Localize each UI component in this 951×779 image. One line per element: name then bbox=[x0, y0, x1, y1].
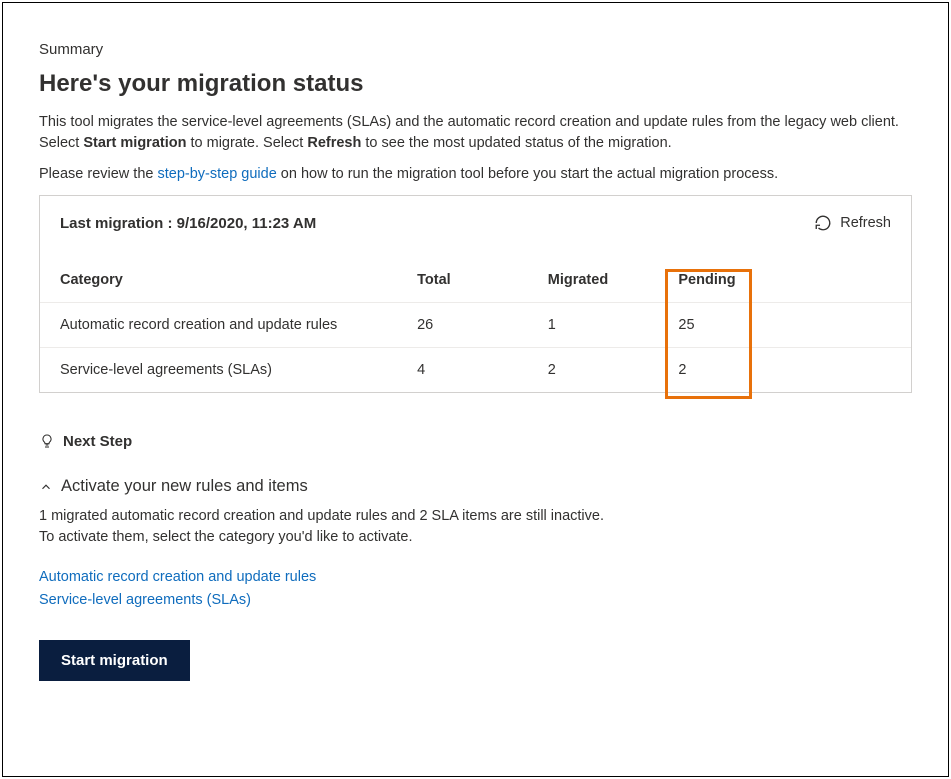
page-container: Summary Here's your migration status Thi… bbox=[2, 2, 949, 777]
activate-desc-line: To activate them, select the category yo… bbox=[39, 527, 912, 548]
cell-pending: 2 bbox=[658, 348, 789, 393]
description-paragraph-2: Please review the step-by-step guide on … bbox=[39, 164, 912, 185]
refresh-icon bbox=[814, 214, 832, 232]
desc-bold-start-migration: Start migration bbox=[83, 135, 186, 151]
cell-migrated: 1 bbox=[528, 303, 659, 348]
col-header-pending: Pending bbox=[658, 258, 789, 303]
activate-link-arc[interactable]: Automatic record creation and update rul… bbox=[39, 566, 912, 589]
col-header-migrated: Migrated bbox=[528, 258, 659, 303]
col-header-total: Total bbox=[397, 258, 528, 303]
next-step-heading: Next Step bbox=[39, 431, 912, 451]
desc-text: on how to run the migration tool before … bbox=[277, 166, 778, 182]
lightbulb-icon bbox=[39, 431, 55, 451]
cell-category: Service-level agreements (SLAs) bbox=[40, 348, 397, 393]
cell-category: Automatic record creation and update rul… bbox=[40, 303, 397, 348]
migration-status-card: Last migration : 9/16/2020, 11:23 AM Ref… bbox=[39, 195, 912, 393]
cell-pending: 25 bbox=[658, 303, 789, 348]
activate-description: 1 migrated automatic record creation and… bbox=[39, 506, 912, 548]
activate-desc-line: 1 migrated automatic record creation and… bbox=[39, 506, 912, 527]
refresh-label: Refresh bbox=[840, 215, 891, 231]
table-row: Automatic record creation and update rul… bbox=[40, 303, 911, 348]
step-by-step-guide-link[interactable]: step-by-step guide bbox=[157, 166, 276, 182]
summary-label: Summary bbox=[39, 41, 912, 58]
status-card-header: Last migration : 9/16/2020, 11:23 AM Ref… bbox=[40, 196, 911, 240]
cell-total: 4 bbox=[397, 348, 528, 393]
col-header-category: Category bbox=[40, 258, 397, 303]
desc-text: to see the most updated status of the mi… bbox=[361, 135, 671, 151]
cell-migrated: 2 bbox=[528, 348, 659, 393]
activate-links: Automatic record creation and update rul… bbox=[39, 566, 912, 612]
next-step-label: Next Step bbox=[63, 433, 132, 450]
activate-section-toggle[interactable]: Activate your new rules and items bbox=[39, 477, 912, 496]
desc-text: to migrate. Select bbox=[186, 135, 307, 151]
table-header-row: Category Total Migrated Pending bbox=[40, 258, 911, 303]
table-row: Service-level agreements (SLAs) 4 2 2 bbox=[40, 348, 911, 393]
desc-bold-refresh: Refresh bbox=[307, 135, 361, 151]
chevron-up-icon bbox=[39, 480, 53, 494]
last-migration-label: Last migration : 9/16/2020, 11:23 AM bbox=[60, 215, 316, 232]
start-migration-button[interactable]: Start migration bbox=[39, 640, 190, 681]
page-title: Here's your migration status bbox=[39, 70, 912, 98]
description-paragraph-1: This tool migrates the service-level agr… bbox=[39, 112, 912, 154]
activate-link-sla[interactable]: Service-level agreements (SLAs) bbox=[39, 589, 912, 612]
cell-total: 26 bbox=[397, 303, 528, 348]
activate-heading: Activate your new rules and items bbox=[61, 477, 308, 496]
refresh-button[interactable]: Refresh bbox=[814, 214, 891, 232]
migration-status-table: Category Total Migrated Pending Automati… bbox=[40, 258, 911, 392]
desc-text: Please review the bbox=[39, 166, 157, 182]
